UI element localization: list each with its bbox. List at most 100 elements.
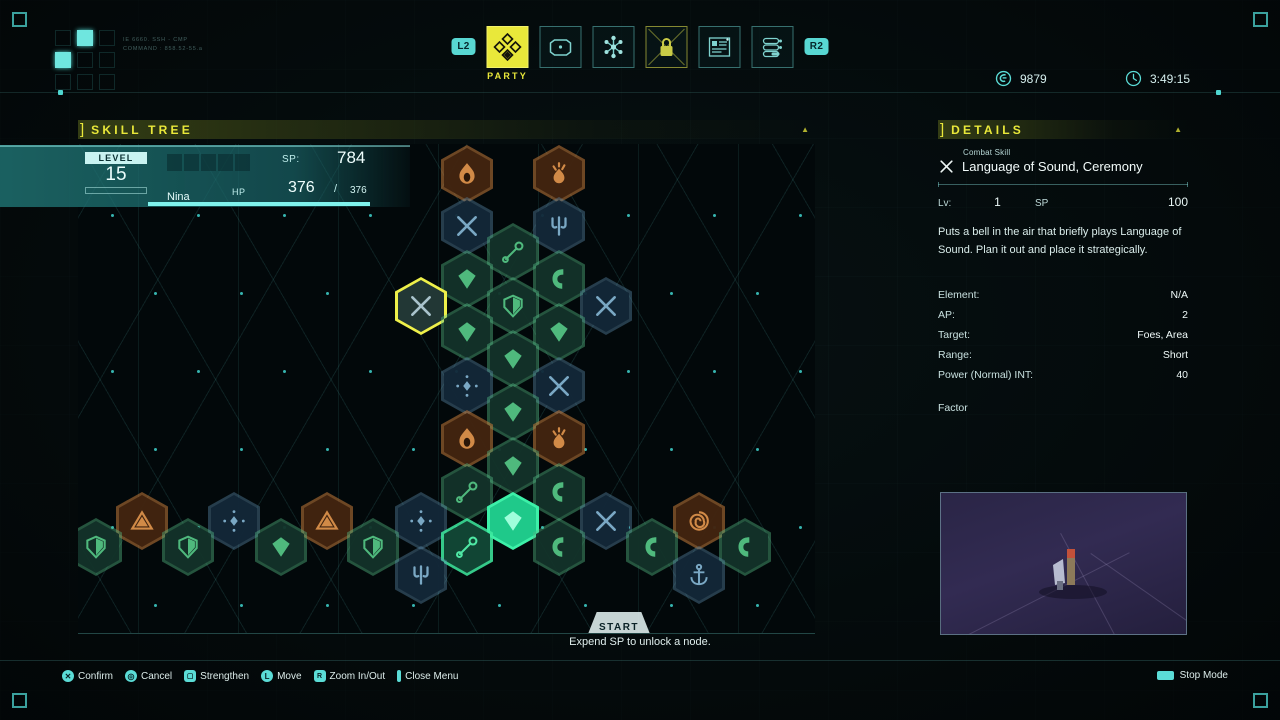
lattice-dot — [799, 526, 802, 529]
level-value: 15 — [105, 164, 127, 185]
lattice-dot — [240, 448, 243, 451]
lattice-dot — [283, 370, 286, 373]
nav-item-locked[interactable] — [645, 26, 688, 68]
heart-icon — [458, 269, 476, 289]
fire-burst-icon — [552, 162, 566, 184]
skill-stat-value: Short — [1162, 349, 1188, 361]
trident-icon — [413, 565, 429, 585]
header-bracket: ] — [940, 121, 945, 138]
settings-tab-box[interactable] — [751, 26, 794, 68]
lattice-dot — [111, 370, 114, 373]
sp-value: 784 — [337, 148, 366, 167]
details-divider — [938, 182, 1188, 187]
skill-tree-title: SKILL TREE — [91, 122, 193, 137]
heart-icon — [504, 511, 522, 531]
heart-icon — [504, 349, 522, 369]
log-tab-box[interactable] — [698, 26, 741, 68]
playtime-value: 3:49:15 — [1150, 71, 1191, 86]
skill-stat-value: N/A — [1170, 289, 1188, 301]
lattice-dot — [756, 604, 759, 607]
settings-sliders-icon — [762, 37, 782, 58]
lattice-dot — [713, 370, 716, 373]
heart-icon — [458, 322, 476, 342]
character-status-bar: LEVEL 15 Nina SP: 784 HP 376 / 376 — [0, 145, 410, 207]
start-marker: START — [588, 612, 650, 633]
inventory-tab-box[interactable] — [539, 26, 582, 68]
lattice-dot — [240, 292, 243, 295]
control-hint-label: Zoom In/Out — [329, 670, 386, 682]
touchpad-icon — [1156, 671, 1174, 680]
lattice-dot — [584, 604, 587, 607]
anchor-icon — [690, 563, 708, 586]
compass-icon — [410, 510, 432, 532]
nav-item-party[interactable]: PARTY — [486, 26, 529, 81]
muscle-icon — [552, 537, 564, 557]
rail-tick — [1216, 90, 1221, 95]
lattice-dot — [670, 292, 673, 295]
nav-item-settings[interactable] — [751, 26, 794, 68]
left-stick-icon: L — [261, 670, 274, 682]
l2-bumper-button[interactable]: L2 — [451, 38, 476, 55]
control-hint-square-button[interactable]: ▢ Strengthen — [184, 670, 249, 682]
portrait-slot — [184, 154, 199, 171]
nav-icon-row: L2 PARTY R2 — [451, 26, 829, 88]
skill-lv-value: 1 — [994, 195, 1001, 209]
rail-tick — [58, 90, 63, 95]
r2-bumper-button[interactable]: R2 — [804, 38, 829, 55]
cross-button-icon: ✕ — [62, 670, 74, 682]
control-hints: ✕ Confirm ◎ Cancel ▢ Strengthen L Move R Zoom In/… — [62, 670, 458, 682]
skill-stat-row: Power (Normal) INT: 40 — [938, 365, 1188, 385]
key-icon — [502, 241, 524, 263]
header-bracket: ] — [80, 121, 85, 138]
control-hint-options-button[interactable]: Close Menu — [397, 670, 458, 682]
lattice-dot — [627, 370, 630, 373]
skills-tab-box[interactable] — [592, 26, 635, 68]
hp-max: 376 — [350, 185, 367, 196]
currency-display: 9879 — [995, 70, 1047, 87]
skill-description: Puts a bell in the air that briefly play… — [938, 226, 1182, 256]
locked-tab-box[interactable] — [645, 26, 688, 68]
lattice-dot — [670, 604, 673, 607]
control-hint-label: Close Menu — [405, 670, 459, 682]
lattice-dot — [412, 448, 415, 451]
skill-stat-row: Target: Foes, Area — [938, 325, 1188, 345]
compass-icon — [456, 375, 478, 397]
shield-icon — [86, 535, 106, 559]
hp-label: HP — [232, 187, 246, 197]
party-tab-box[interactable] — [486, 26, 529, 68]
skill-sp-label: SP — [1035, 198, 1049, 209]
party-diamonds-icon — [493, 33, 522, 61]
skill-network-icon — [604, 35, 623, 59]
mountain-icon — [130, 510, 154, 530]
swords-icon — [940, 160, 953, 173]
nav-item-skills[interactable] — [592, 26, 635, 68]
heart-icon — [550, 322, 568, 342]
compass-icon — [223, 510, 245, 532]
character-preview — [940, 492, 1187, 635]
currency-value: 9879 — [1020, 71, 1047, 86]
lattice-dot — [197, 370, 200, 373]
factor-label: Factor — [938, 402, 968, 414]
control-hint-cross-button[interactable]: ✕ Confirm — [62, 670, 113, 682]
portrait-slot — [167, 154, 182, 171]
skill-sp-value: 100 — [1167, 195, 1188, 209]
skill-tree-canvas[interactable]: START — [78, 144, 815, 634]
shield-icon — [503, 294, 523, 318]
skill-stat-list: Element: N/A AP: 2 Target: Foes, Area Range: Sh… — [938, 285, 1188, 385]
stop-mode-hint[interactable]: Stop Mode — [1156, 670, 1228, 681]
skill-stat-label: Range: — [938, 349, 972, 361]
skill-lv-label: Lv: — [938, 198, 952, 209]
control-hint-right-stick[interactable]: R Zoom In/Out — [313, 670, 386, 682]
control-hint-circle-button[interactable]: ◎ Cancel — [125, 670, 172, 682]
lattice-dot — [498, 604, 501, 607]
control-hint-left-stick[interactable]: L Move — [261, 670, 302, 682]
chevron-up-icon: ▲ — [1174, 125, 1182, 134]
skill-tree-header: ] SKILL TREE ▲ — [78, 120, 815, 139]
hp-current: 376 — [288, 179, 315, 196]
skill-category: Combat Skill — [963, 148, 1011, 157]
nav-item-log[interactable] — [698, 26, 741, 68]
chevron-up-icon: ▲ — [801, 125, 809, 134]
nav-item-inventory[interactable] — [539, 26, 582, 68]
party-tab-label: PARTY — [487, 71, 528, 81]
lattice-dot — [326, 448, 329, 451]
